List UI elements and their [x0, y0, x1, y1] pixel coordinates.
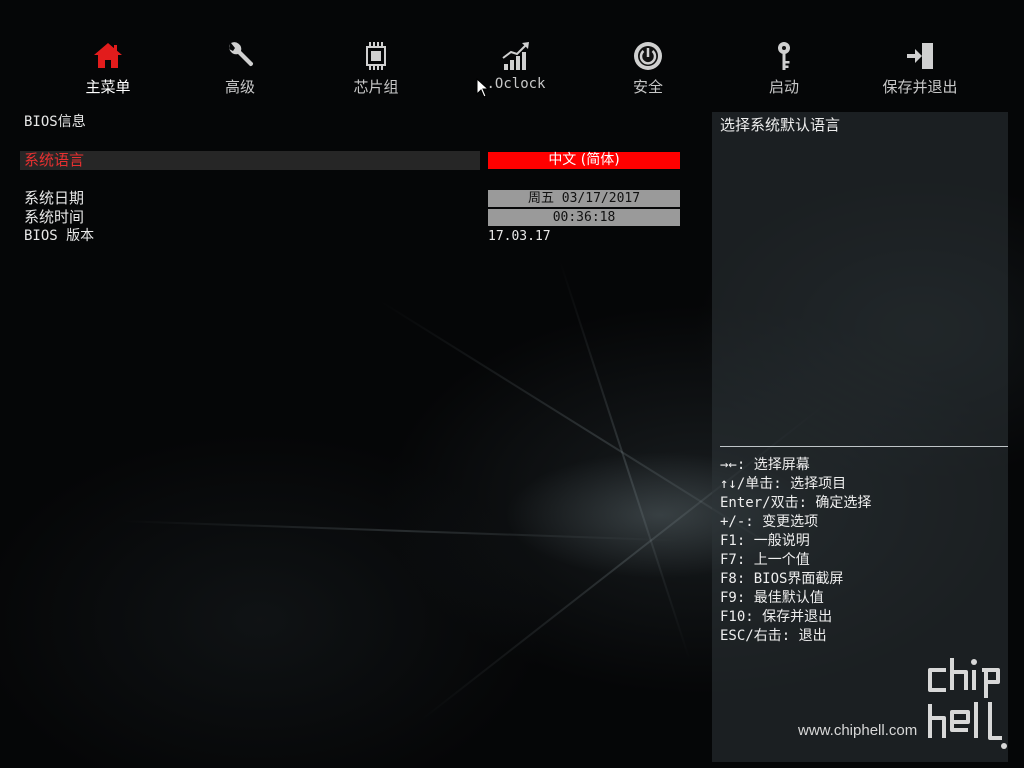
help-description: 选择系统默认语言 [720, 116, 841, 134]
chiphell-logo [928, 658, 1007, 749]
chip-icon [366, 42, 386, 70]
tab-security-label: 安全 [632, 78, 663, 96]
key-hint: F9: 最佳默认值 [720, 590, 824, 606]
key-hint: +/-: 变更选项 [720, 514, 819, 530]
system-language-select[interactable]: 中文 (简体) [488, 152, 680, 169]
tab-main-label: 主菜单 [85, 78, 131, 96]
system-time-row[interactable]: 系统时间 00:36:18 [20, 208, 690, 227]
wrench-icon [229, 42, 254, 67]
tab-boot[interactable]: 启动 [724, 40, 844, 97]
tab-security[interactable]: 安全 [588, 40, 708, 97]
key-hint: ESC/右击: 退出 [720, 628, 827, 644]
tab-boot-label: 启动 [768, 78, 799, 96]
mouse-cursor-icon [476, 78, 490, 98]
system-language-label: 系统语言 [24, 151, 85, 169]
power-icon [634, 42, 662, 70]
system-language-row[interactable]: 系统语言 中文 (简体) [20, 151, 690, 170]
system-time-label: 系统时间 [24, 208, 85, 226]
system-date-label: 系统日期 [24, 189, 85, 207]
help-divider [720, 446, 1008, 447]
top-nav: 主菜单 高级 芯片组 .Oclock 安全 启动 保存并退出 [40, 40, 1000, 100]
main-panel: BIOS信息 系统语言 中文 (简体) 系统日期 周五 03/17/2017 系… [20, 110, 690, 410]
key-hint: F7: 上一个值 [720, 552, 810, 568]
bios-version-label: BIOS 版本 [24, 228, 95, 244]
tab-chipset-label: 芯片组 [353, 78, 399, 96]
key-hint: Enter/双击: 确定选择 [720, 495, 872, 511]
tab-advanced-label: 高级 [224, 78, 255, 96]
tab-save-exit-label: 保存并退出 [882, 78, 958, 96]
tab-oclock[interactable]: .Oclock [456, 40, 576, 92]
tab-save-exit[interactable]: 保存并退出 [860, 40, 980, 97]
home-icon [94, 43, 122, 68]
chart-up-icon [502, 42, 529, 70]
key-legend: →←: 选择屏幕 ↑↓/单击: 选择项目 Enter/双击: 确定选择 +/-:… [720, 456, 871, 646]
watermark-url: www.chiphell.com [798, 722, 918, 739]
bios-version-value: 17.03.17 [488, 229, 551, 244]
bios-version-row: BIOS 版本 17.03.17 [20, 227, 690, 246]
tab-oclock-label: .Oclock [486, 76, 546, 92]
key-hint: F10: 保存并退出 [720, 609, 833, 625]
key-hint: F8: BIOS界面截屏 [720, 571, 844, 587]
selection-highlight [20, 151, 480, 170]
section-title: BIOS信息 [24, 114, 86, 130]
tab-advanced[interactable]: 高级 [180, 40, 300, 97]
key-hint: →←: 选择屏幕 [720, 457, 810, 473]
tab-chipset[interactable]: 芯片组 [316, 40, 436, 97]
bios-info-row: BIOS信息 [20, 113, 690, 132]
system-date-field[interactable]: 周五 03/17/2017 [488, 190, 680, 207]
key-hint: ↑↓/单击: 选择项目 [720, 476, 847, 492]
tab-main[interactable]: 主菜单 [48, 40, 168, 97]
key-icon [778, 42, 790, 70]
system-date-row[interactable]: 系统日期 周五 03/17/2017 [20, 189, 690, 208]
key-hint: F1: 一般说明 [720, 533, 810, 549]
exit-icon [907, 43, 933, 69]
system-time-field[interactable]: 00:36:18 [488, 209, 680, 226]
